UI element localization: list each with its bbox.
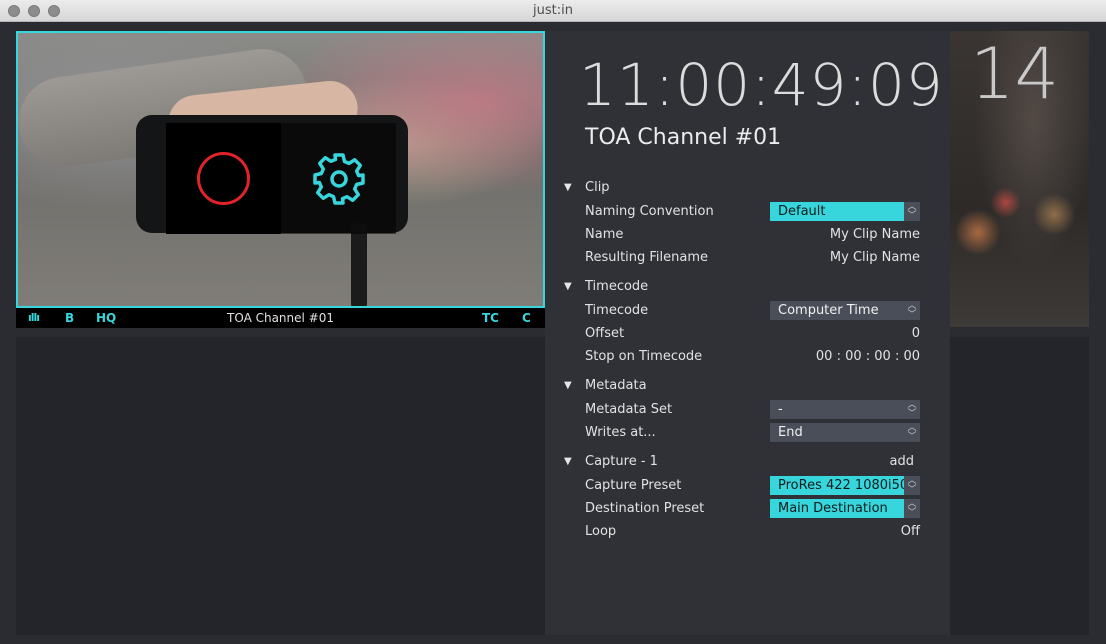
section-capture-header[interactable]: ▼ Capture - 1 add bbox=[564, 450, 924, 473]
offset-field[interactable]: 0 bbox=[912, 322, 920, 345]
row-offset: Offset 0 bbox=[564, 322, 924, 345]
resulting-filename-value: My Clip Name bbox=[829, 250, 920, 265]
section-metadata-header[interactable]: ▼ Metadata bbox=[564, 374, 924, 397]
disclosure-triangle-icon[interactable]: ▼ bbox=[564, 374, 572, 397]
channel-title: TOA Channel #01 bbox=[585, 125, 782, 150]
section-timecode-header[interactable]: ▼ Timecode bbox=[564, 275, 924, 298]
second-monitor-lower-panel bbox=[950, 337, 1089, 635]
row-stop-on-timecode: Stop on Timecode 00 : 00 : 00 : 00 bbox=[564, 345, 924, 368]
loop-toggle[interactable]: Off bbox=[901, 520, 920, 543]
add-capture-button[interactable]: add bbox=[890, 450, 914, 473]
row-naming-convention: Naming Convention Default ︿ ﹀ bbox=[564, 200, 924, 223]
monitor-channel-name: TOA Channel #01 bbox=[227, 311, 334, 325]
monitor-lower-panel bbox=[16, 337, 545, 635]
record-icon bbox=[197, 152, 250, 205]
writes-at-select[interactable]: End ︿ ﹀ bbox=[770, 423, 920, 442]
select-arrows-icon: ︿ ﹀ bbox=[904, 423, 920, 442]
gear-icon bbox=[313, 153, 365, 205]
destination-preset-select[interactable]: Main Destination ︿ ﹀ bbox=[770, 499, 920, 518]
stop-timecode-field[interactable]: 00 : 00 : 00 : 00 bbox=[816, 345, 920, 368]
monitor-status-bar: ıllı B HQ TOA Channel #01 TC C bbox=[16, 308, 545, 328]
select-arrows-icon: ︿ ﹀ bbox=[904, 301, 920, 320]
disclosure-triangle-icon[interactable]: ▼ bbox=[564, 275, 572, 298]
second-channel-number: 14 bbox=[970, 33, 1060, 115]
row-metadata-set: Metadata Set - ︿ ﹀ bbox=[564, 398, 924, 421]
channel-video-preview[interactable] bbox=[16, 31, 545, 308]
row-destination-preset: Destination Preset Main Destination ︿ ﹀ bbox=[564, 497, 924, 520]
select-arrows-icon: ︿ ﹀ bbox=[904, 202, 920, 221]
clip-name-field[interactable]: My Clip Name bbox=[830, 223, 920, 246]
video-stick bbox=[351, 223, 367, 306]
section-clip-header[interactable]: ▼ Clip bbox=[564, 176, 924, 199]
select-arrows-icon: ︿ ﹀ bbox=[904, 499, 920, 518]
row-resulting-filename: Resulting Filename My Clip Name bbox=[564, 246, 924, 269]
row-name: Name My Clip Name bbox=[564, 223, 924, 246]
disclosure-triangle-icon[interactable]: ▼ bbox=[564, 176, 572, 199]
title-bar: just:in bbox=[0, 0, 1106, 22]
metadata-set-select[interactable]: - ︿ ﹀ bbox=[770, 400, 920, 419]
timecode-source-select[interactable]: Computer Time ︿ ﹀ bbox=[770, 301, 920, 320]
select-arrows-icon: ︿ ﹀ bbox=[904, 476, 920, 495]
window-title: just:in bbox=[533, 3, 573, 18]
select-arrows-icon: ︿ ﹀ bbox=[904, 400, 920, 419]
record-button[interactable] bbox=[166, 123, 281, 234]
badge-c[interactable]: C bbox=[522, 308, 531, 328]
disclosure-triangle-icon[interactable]: ▼ bbox=[564, 450, 572, 473]
row-loop: Loop Off bbox=[564, 520, 924, 543]
settings-button[interactable] bbox=[281, 123, 396, 234]
timecode-display: 11:00:49:09 bbox=[579, 51, 944, 119]
row-timecode-source: Timecode Computer Time ︿ ﹀ bbox=[564, 299, 924, 322]
capture-preset-select[interactable]: ProRes 422 1080i50 ︿ ﹀ bbox=[770, 476, 920, 495]
row-capture-preset: Capture Preset ProRes 422 1080i50 ︿ ﹀ bbox=[564, 474, 924, 497]
badge-tc[interactable]: TC bbox=[482, 308, 499, 328]
naming-convention-select[interactable]: Default ︿ ﹀ bbox=[770, 202, 920, 221]
row-writes-at: Writes at... End ︿ ﹀ bbox=[564, 421, 924, 444]
app-window: just:in ıllı B HQ TOA Channel #01 TC C 1… bbox=[0, 0, 1106, 644]
